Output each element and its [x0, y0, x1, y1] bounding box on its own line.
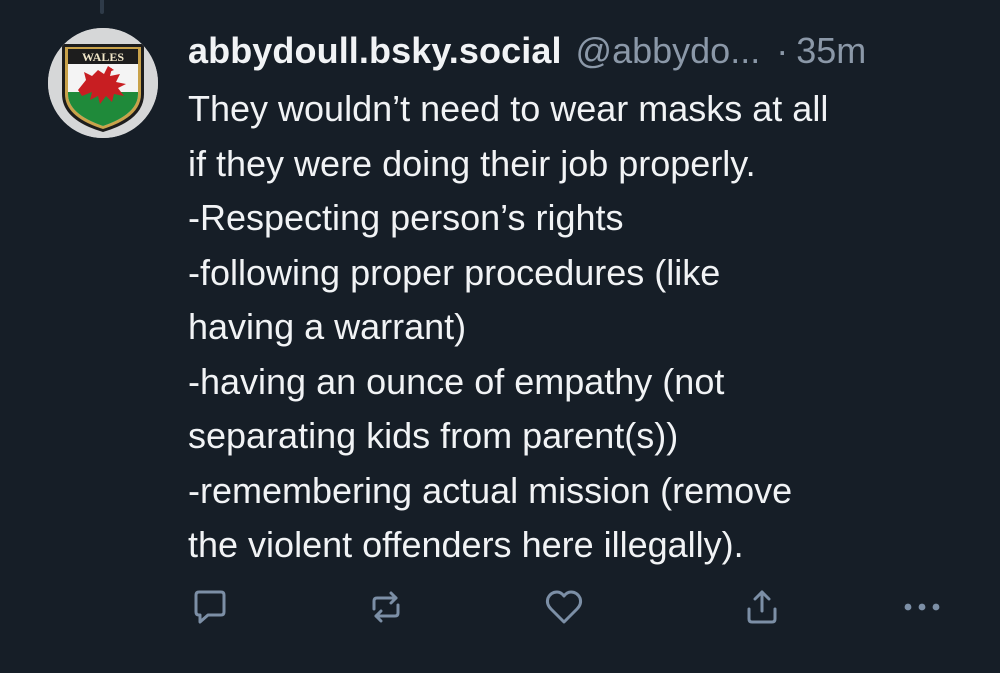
more-icon	[904, 603, 940, 611]
post-text-line: the violent offenders here illegally).	[188, 524, 744, 565]
post-actions	[188, 585, 958, 629]
handle[interactable]: @abbydo...	[576, 26, 761, 76]
post-text-line: separating kids from parent(s))	[188, 415, 679, 456]
avatar[interactable]: WALES	[48, 28, 158, 138]
repost-icon	[372, 591, 400, 623]
share-icon	[747, 590, 777, 624]
post-header: abbydoull.bsky.social @abbydo... · 35m	[188, 26, 866, 76]
timestamp[interactable]: 35m	[796, 26, 866, 76]
post-text-line: -Respecting person’s rights	[188, 197, 624, 238]
display-name[interactable]: abbydoull.bsky.social	[188, 26, 562, 76]
post: WALES abbydoull.bsky.social @abbydo... ·…	[0, 0, 1000, 673]
share-button[interactable]	[740, 585, 784, 629]
post-text: They wouldn’t need to wear masks at all …	[188, 82, 978, 573]
repost-button[interactable]	[364, 585, 408, 629]
post-text-line: if they were doing their job properly.	[188, 142, 756, 184]
post-text-line: -following proper procedures (like	[188, 251, 721, 293]
post-text-line: -having an ounce of empathy (not	[188, 360, 725, 402]
separator-dot: ·	[776, 30, 789, 71]
reply-icon	[194, 590, 226, 624]
post-text-line: -remembering actual mission (remove	[188, 469, 793, 511]
more-button[interactable]	[900, 585, 944, 629]
thread-line	[100, 0, 104, 14]
reply-button[interactable]	[188, 585, 232, 629]
heart-icon	[545, 590, 583, 624]
wales-dragon-badge-icon: WALES	[48, 28, 158, 138]
like-button[interactable]	[542, 585, 586, 629]
svg-text:WALES: WALES	[82, 50, 124, 64]
post-text-line: having a warrant)	[188, 306, 467, 347]
post-text-line: They wouldn’t need to wear masks at all	[188, 88, 829, 129]
